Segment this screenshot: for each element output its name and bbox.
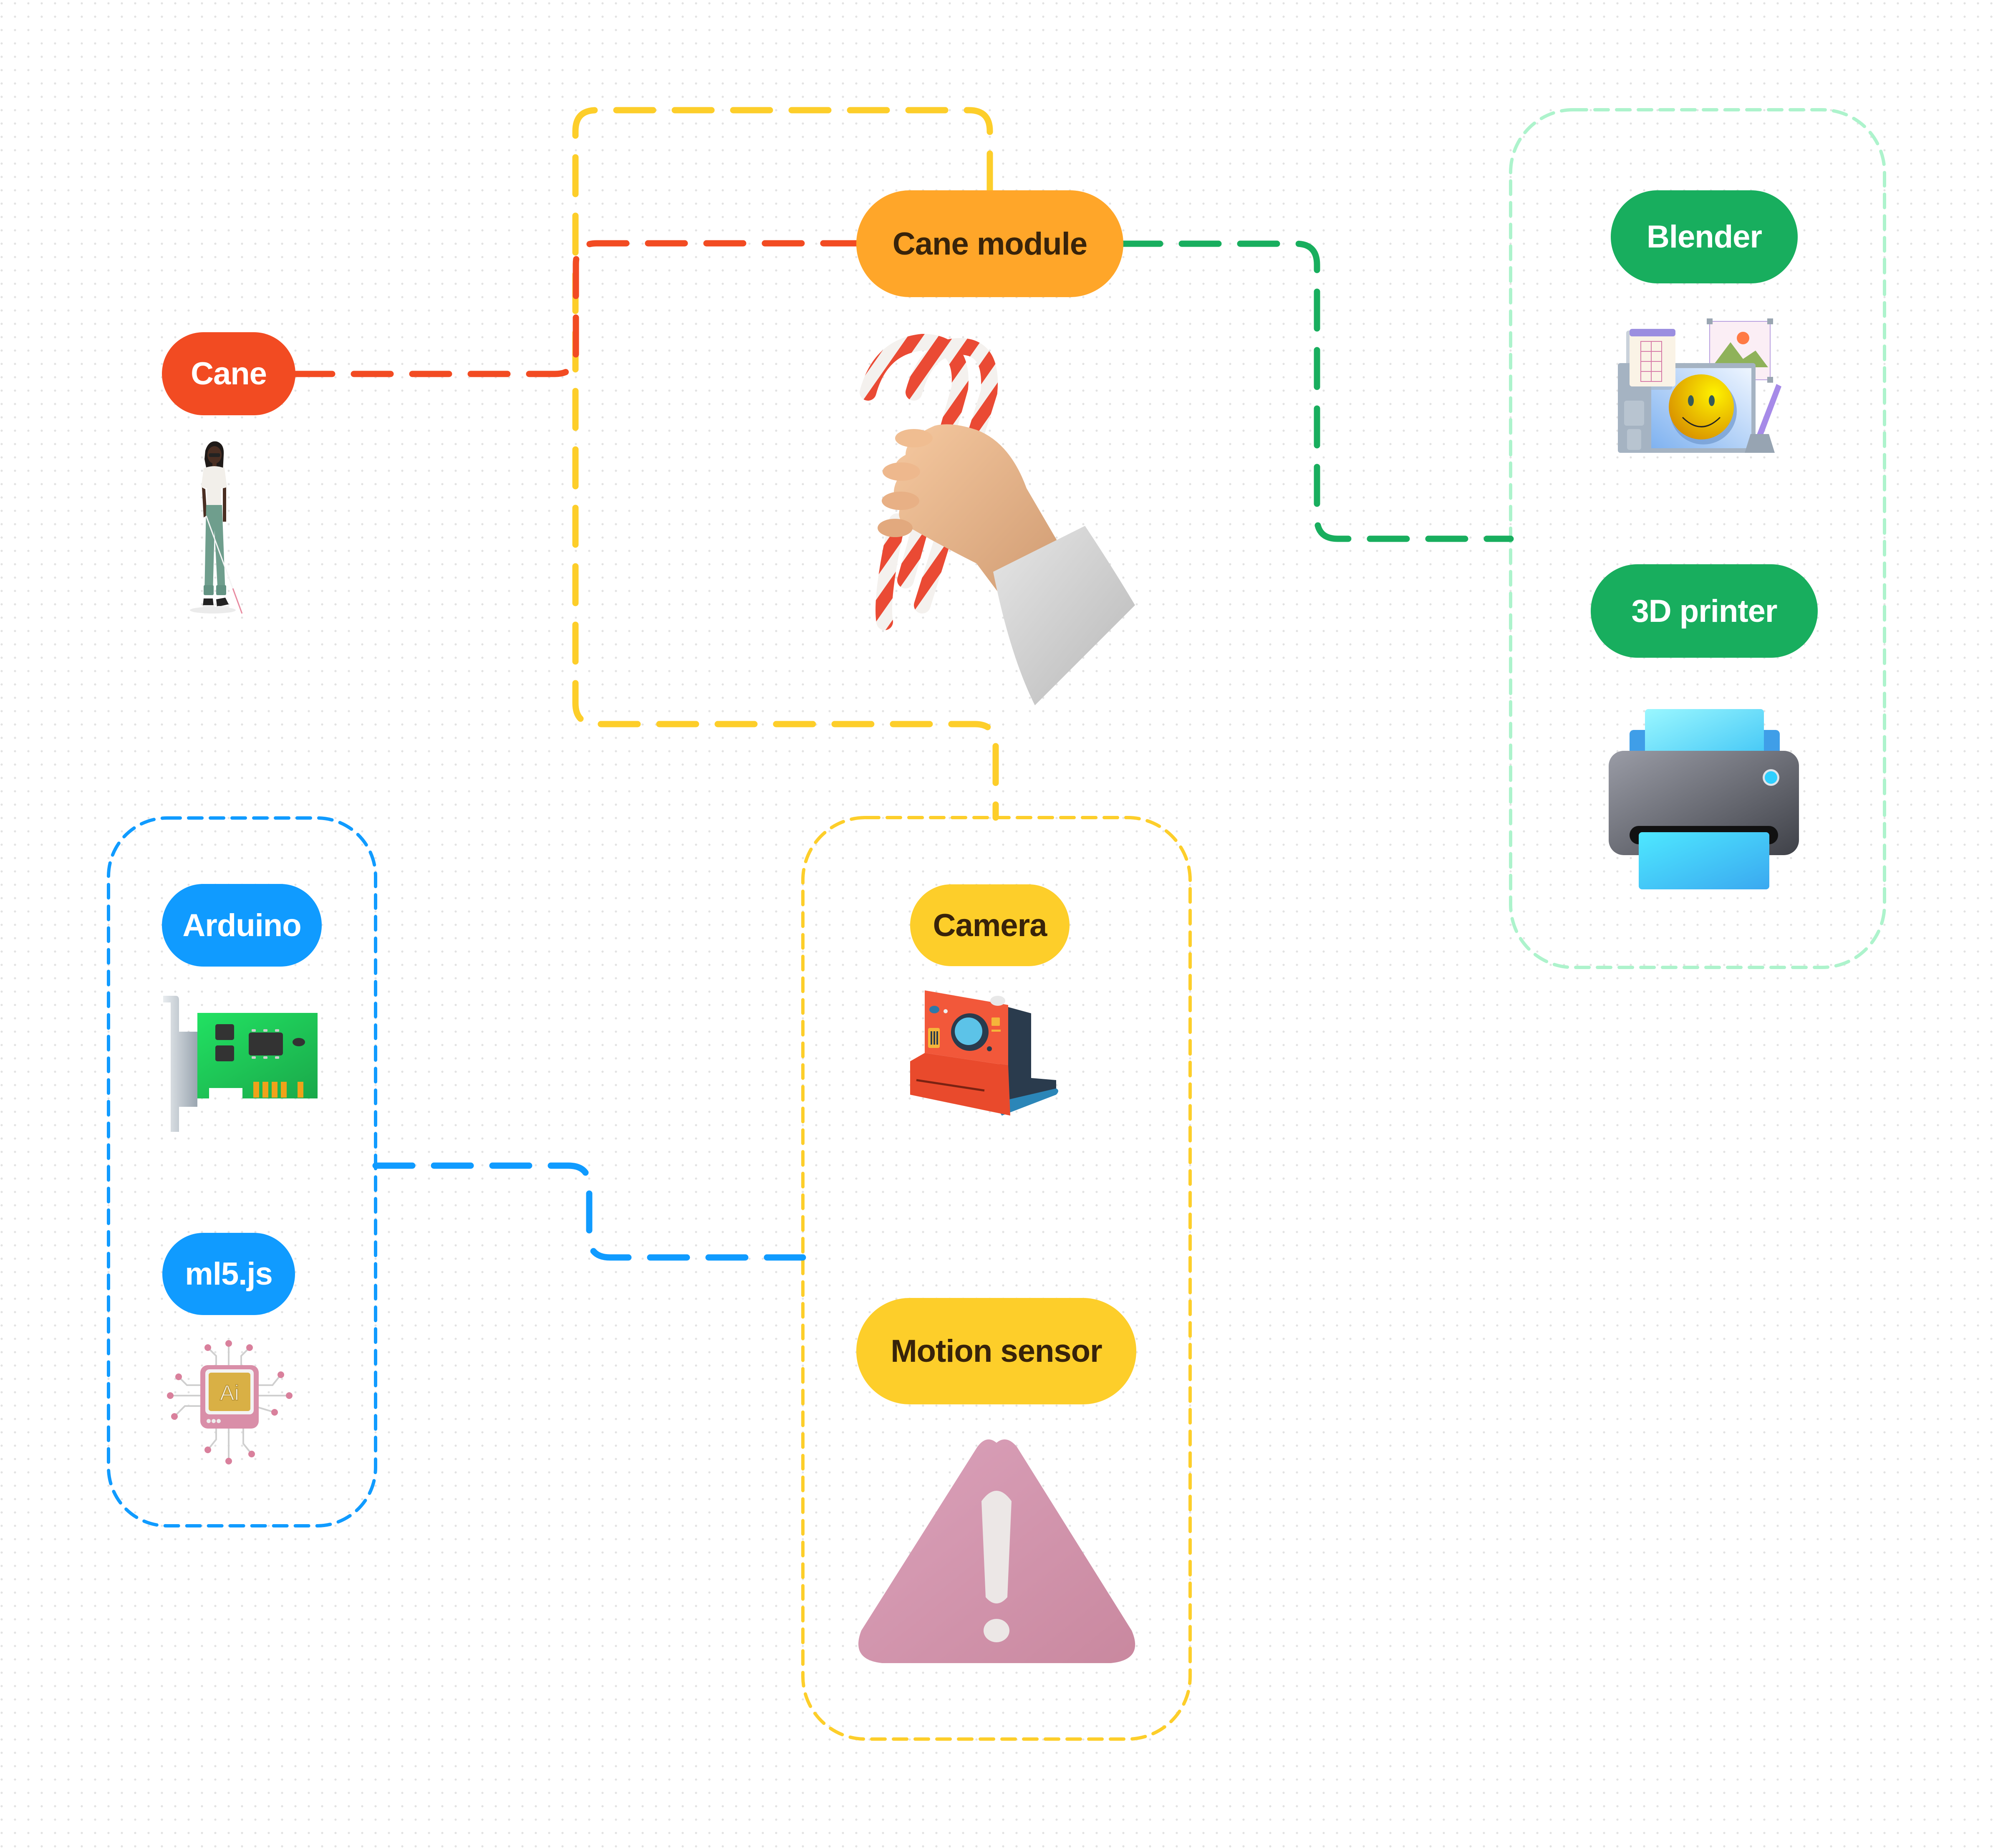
node-ml5js[interactable]: ml5.js (162, 1233, 295, 1315)
node-cane-label: Cane (191, 356, 267, 391)
diagram-canvas: Ai Cane Cane module Blender 3D printer A… (0, 0, 1993, 1848)
node-motion-sensor-label: Motion sensor (891, 1333, 1102, 1369)
svg-text:Ai: Ai (220, 1381, 239, 1405)
instant-camera-icon (910, 990, 1058, 1116)
node-motion-sensor[interactable]: Motion sensor (856, 1298, 1136, 1404)
circuit-board-icon (163, 996, 318, 1132)
node-camera-label: Camera (933, 907, 1047, 943)
connector-software-to-sensors[interactable] (372, 1162, 806, 1261)
warning-triangle-icon (858, 1439, 1135, 1663)
ai-chip-icon: Ai (167, 1340, 293, 1464)
node-arduino[interactable]: Arduino (162, 884, 322, 967)
node-ml5js-label: ml5.js (185, 1256, 272, 1292)
node-cane-module-label: Cane module (892, 226, 1087, 262)
node-arduino-label: Arduino (182, 907, 301, 943)
node-cane[interactable]: Cane (162, 332, 295, 415)
connector-cane-module-to-fabrication[interactable] (1120, 240, 1514, 542)
printer-icon (1609, 709, 1799, 889)
design-tablet-icon (1618, 318, 1781, 453)
person-with-white-cane-icon (190, 441, 243, 614)
node-blender-label: Blender (1647, 219, 1762, 255)
node-camera[interactable]: Camera (910, 884, 1070, 966)
hand-holding-candy-cane-icon (860, 333, 1135, 705)
node-cane-module[interactable]: Cane module (856, 190, 1123, 297)
node-blender[interactable]: Blender (1611, 190, 1798, 283)
node-3d-printer-label: 3D printer (1631, 593, 1778, 629)
node-3d-printer[interactable]: 3D printer (1591, 564, 1818, 658)
